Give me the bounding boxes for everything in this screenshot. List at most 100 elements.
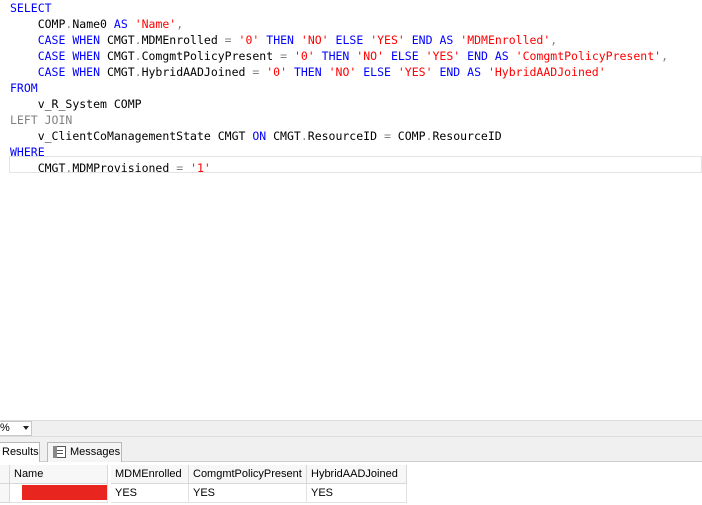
results-grid[interactable]: Name MDMEnrolled ComgmtPolicyPresent Hyb… xyxy=(0,462,702,505)
code-line[interactable]: CASE WHEN CMGT.MDMEnrolled = '0' THEN 'N… xyxy=(10,32,558,48)
code-token: '1' xyxy=(190,161,211,175)
tab-messages-label: Messages xyxy=(70,446,121,458)
code-line[interactable]: CASE WHEN CMGT.HybridAADJoined = '0' THE… xyxy=(10,64,606,80)
code-token: 'NO' xyxy=(356,49,384,63)
code-token: COMP xyxy=(390,129,426,143)
code-token: CMGT xyxy=(266,129,301,143)
cell-name[interactable] xyxy=(10,484,108,503)
results-tabstrip: Results Messages xyxy=(0,437,702,463)
code-token: ELSE xyxy=(363,65,391,79)
code-token: THEN xyxy=(266,33,294,47)
code-token: 'YES' xyxy=(425,49,461,63)
code-token: ResourceID xyxy=(307,129,384,143)
code-token: CMGT xyxy=(100,49,135,63)
code-token: AS xyxy=(113,17,128,31)
code-token: MDMEnrolled xyxy=(141,33,225,47)
code-line[interactable]: v_ClientCoManagementState CMGT ON CMGT.R… xyxy=(10,128,502,144)
code-token: '0' xyxy=(266,65,288,79)
code-token: CASE WHEN xyxy=(37,49,101,63)
code-token: . xyxy=(134,65,142,79)
horizontal-scrollbar[interactable] xyxy=(36,423,702,434)
code-token: AS xyxy=(494,49,509,63)
code-token: 'MDMEnrolled' xyxy=(460,33,551,47)
row-header-corner[interactable] xyxy=(0,465,10,484)
cell-comgmt-policy-present[interactable]: YES xyxy=(189,484,307,503)
code-token: CMGT xyxy=(37,161,66,175)
zoom-select[interactable]: % xyxy=(0,421,32,436)
query-editor[interactable]: SELECT COMP.Name0 AS 'Name', CASE WHEN C… xyxy=(0,0,702,420)
code-line[interactable]: COMP.Name0 AS 'Name', xyxy=(10,16,183,32)
messages-icon xyxy=(53,446,66,458)
editor-status-bar: % xyxy=(0,420,702,437)
code-token: 'YES' xyxy=(370,33,405,47)
code-token: , xyxy=(661,49,668,63)
code-token: , xyxy=(176,17,184,31)
code-token: AS xyxy=(439,33,454,47)
cell-mdm-enrolled[interactable]: YES xyxy=(111,484,189,503)
code-token: . xyxy=(134,49,142,63)
redacted-name xyxy=(22,485,107,500)
code-line[interactable]: SELECT xyxy=(10,0,52,16)
code-token: 'Name' xyxy=(134,17,177,31)
code-token: END xyxy=(439,65,461,79)
code-token: v_ClientCoManagementState CMGT xyxy=(37,129,253,143)
column-header-mdm-enrolled[interactable]: MDMEnrolled xyxy=(111,465,189,484)
code-line[interactable]: CASE WHEN CMGT.ComgmtPolicyPresent = '0'… xyxy=(10,48,668,64)
column-header-hybrid-aad-joined[interactable]: HybridAADJoined xyxy=(307,465,407,484)
code-token: CASE WHEN xyxy=(37,33,101,47)
code-token: FROM xyxy=(10,81,38,95)
cell-hybrid-aad-joined[interactable]: YES xyxy=(307,484,407,503)
column-header-comgmt-policy-present[interactable]: ComgmtPolicyPresent xyxy=(189,465,307,484)
code-token: END xyxy=(467,49,488,63)
tab-messages[interactable]: Messages xyxy=(47,442,122,462)
code-token: AS xyxy=(467,65,482,79)
code-token: ELSE xyxy=(335,33,364,47)
code-line[interactable]: WHERE xyxy=(10,144,45,160)
code-token: WHERE xyxy=(10,145,45,159)
code-token: = xyxy=(224,33,232,47)
code-line[interactable]: v_R_System COMP xyxy=(10,96,142,112)
row-selector[interactable] xyxy=(0,484,10,503)
code-token: v_R_System COMP xyxy=(37,97,142,111)
code-token: ResourceID xyxy=(432,129,502,143)
code-token: CMGT xyxy=(100,65,135,79)
tab-results[interactable]: Results xyxy=(0,442,40,463)
code-line[interactable]: CMGT.MDMProvisioned = '1' xyxy=(10,160,211,176)
code-token: Name0 xyxy=(72,17,114,31)
code-token: LEFT JOIN xyxy=(10,113,73,127)
code-token: ComgmtPolicyPresent xyxy=(141,49,281,63)
column-header-name[interactable]: Name xyxy=(10,465,108,484)
code-token: END xyxy=(411,33,433,47)
code-token: 'NO' xyxy=(328,65,357,79)
code-token: COMP xyxy=(37,17,66,31)
code-token: HybridAADJoined xyxy=(141,65,253,79)
code-token: 'NO' xyxy=(300,33,329,47)
code-token: '0' xyxy=(293,49,315,63)
code-token: 'YES' xyxy=(397,65,433,79)
code-token: ELSE xyxy=(390,49,419,63)
code-token: CMGT xyxy=(100,33,135,47)
code-token: THEN xyxy=(321,49,350,63)
code-line[interactable]: LEFT JOIN xyxy=(10,112,72,128)
code-line[interactable]: FROM xyxy=(10,80,38,96)
chevron-down-icon[interactable] xyxy=(23,426,29,430)
code-token: CASE WHEN xyxy=(37,65,101,79)
